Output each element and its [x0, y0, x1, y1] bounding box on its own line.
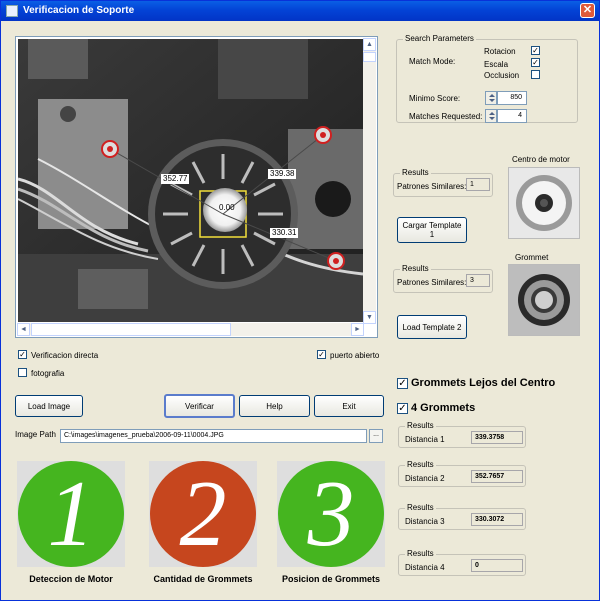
fotografia-label: fotografia: [31, 369, 65, 378]
matches-requested-spinner[interactable]: [485, 109, 497, 123]
scroll-left-arrow-icon[interactable]: ◄: [17, 323, 30, 336]
grommet-template: [508, 264, 580, 336]
image-path-label: Image Path: [15, 430, 56, 439]
results-1-label: Patrones Similares:: [397, 182, 467, 191]
four-grommets-label: 4 Grommets: [411, 402, 476, 414]
exit-button[interactable]: Exit: [314, 395, 384, 417]
horizontal-scrollbar[interactable]: ◄ ►: [17, 323, 364, 336]
minimo-score-input[interactable]: 850: [497, 91, 527, 105]
app-icon: [6, 5, 18, 17]
verificacion-directa-label: Verificacion directa: [31, 351, 99, 360]
image-viewer[interactable]: 352.77 339.38 330.31 0.00 ▲ ▼ ◄ ►: [15, 36, 378, 338]
occlusion-label: Occlusion: [484, 71, 520, 80]
stage-3-number: 3: [307, 462, 355, 566]
centro-de-motor-template: [508, 167, 580, 239]
results-1-value: 1: [466, 178, 490, 191]
distance-2-title: Results: [405, 460, 436, 469]
stage-3-indicator: 3: [277, 461, 385, 567]
grommet-label: Grommet: [515, 253, 549, 262]
close-button[interactable]: ✕: [580, 3, 595, 18]
search-parameters-title: Search Parameters: [403, 34, 476, 43]
image-path-input[interactable]: C:\images\imagenes_prueba\2006-09-11\000…: [60, 429, 367, 443]
results-1-title: Results: [400, 168, 431, 177]
cargar-template-1-line2: 1: [429, 230, 435, 239]
occlusion-checkbox[interactable]: [531, 70, 540, 79]
puerto-abierto-label: puerto abierto: [330, 351, 380, 360]
distance-3-group: Results Distancia 3 330.3072: [398, 503, 526, 530]
verificacion-directa-checkbox[interactable]: ✓: [18, 350, 27, 359]
grommets-lejos-checkbox[interactable]: ✓: [397, 378, 408, 389]
results-2-value: 3: [466, 274, 490, 287]
scroll-up-arrow-icon[interactable]: ▲: [363, 38, 376, 51]
centro-template-image: [509, 168, 579, 238]
vertical-scroll-thumb[interactable]: [363, 52, 376, 62]
distance-4-label: Distancia 4: [405, 563, 445, 572]
grommet-marker-right: [314, 126, 332, 144]
stage-1-indicator: 1: [17, 461, 125, 567]
stage-1-label: Deteccion de Motor: [29, 574, 113, 584]
distance-4-title: Results: [405, 549, 436, 558]
centro-de-motor-label: Centro de motor: [512, 155, 570, 164]
horizontal-scroll-thumb[interactable]: [31, 323, 231, 336]
results-1-group: Results Patrones Similares: 1: [393, 168, 493, 197]
distance-label-left: 352.77: [161, 174, 190, 184]
scroll-right-arrow-icon[interactable]: ►: [351, 323, 364, 336]
motor-photo: 352.77 339.38 330.31 0.00: [18, 39, 363, 322]
matches-requested-label: Matches Requested:: [409, 112, 483, 121]
motor-photo-drawing: [18, 39, 363, 322]
stage-2-label: Cantidad de Grommets: [153, 574, 253, 584]
results-2-label: Patrones Similares:: [397, 278, 467, 287]
distance-2-value: 352.7657: [471, 470, 523, 483]
grommet-marker-bottom: [327, 252, 345, 270]
cargar-template-1-line1: Cargar Template: [402, 221, 462, 230]
distance-3-title: Results: [405, 503, 436, 512]
center-score-label: 0.00: [219, 203, 235, 212]
distance-1-title: Results: [405, 421, 436, 430]
verificar-button[interactable]: Verificar: [164, 394, 235, 418]
fotografia-checkbox[interactable]: [18, 368, 27, 377]
distance-label-bottom: 330.31: [270, 228, 299, 238]
grommets-lejos-label: Grommets Lejos del Centro: [411, 377, 556, 389]
four-grommets-checkbox[interactable]: ✓: [397, 403, 408, 414]
distance-4-value: 0: [471, 559, 523, 572]
stage-3-label: Posicion de Grommets: [281, 574, 381, 584]
distance-2-label: Distancia 2: [405, 474, 445, 483]
minimo-score-label: Minimo Score:: [409, 94, 461, 103]
vertical-scrollbar[interactable]: ▲ ▼: [363, 38, 376, 324]
minimo-score-spinner[interactable]: [485, 91, 497, 105]
cargar-template-1-button[interactable]: Cargar Template 1: [397, 217, 467, 243]
load-image-button[interactable]: Load Image: [15, 395, 83, 417]
title-bar[interactable]: Verificacion de Soporte ✕: [1, 1, 599, 21]
distance-label-right: 339.38: [268, 169, 297, 179]
matches-requested-input[interactable]: 4: [497, 109, 527, 123]
window-title: Verificacion de Soporte: [23, 5, 135, 16]
scroll-down-arrow-icon[interactable]: ▼: [363, 311, 376, 324]
distance-1-label: Distancia 1: [405, 435, 445, 444]
distance-3-value: 330.3072: [471, 513, 523, 526]
distance-2-group: Results Distancia 2 352.7657: [398, 460, 526, 487]
escala-label: Escala: [484, 60, 509, 69]
load-template-2-button[interactable]: Load Template 2: [397, 315, 467, 339]
results-2-group: Results Patrones Similares: 3: [393, 264, 493, 293]
grommet-marker-left: [101, 140, 119, 158]
distance-1-group: Results Distancia 1 339.3758: [398, 421, 526, 448]
puerto-abierto-checkbox[interactable]: ✓: [317, 350, 326, 359]
browse-button[interactable]: ...: [369, 429, 383, 443]
rotacion-checkbox[interactable]: ✓: [531, 46, 540, 55]
grommet-template-image: [509, 265, 579, 335]
rotacion-label: Rotacion: [484, 47, 516, 56]
stage-2-number: 2: [179, 462, 227, 566]
results-2-title: Results: [400, 264, 431, 273]
escala-checkbox[interactable]: ✓: [531, 58, 540, 67]
search-parameters-group: Search Parameters Match Mode: Rotacion ✓…: [396, 34, 578, 123]
main-window: Verificacion de Soporte ✕ 352.77 339.38 …: [0, 0, 600, 601]
stage-1-number: 1: [47, 462, 95, 566]
distance-3-label: Distancia 3: [405, 517, 445, 526]
help-button[interactable]: Help: [239, 395, 310, 417]
match-mode-label: Match Mode:: [409, 57, 456, 66]
distance-1-value: 339.3758: [471, 431, 523, 444]
stage-2-indicator: 2: [149, 461, 257, 567]
distance-4-group: Results Distancia 4 0: [398, 549, 526, 576]
